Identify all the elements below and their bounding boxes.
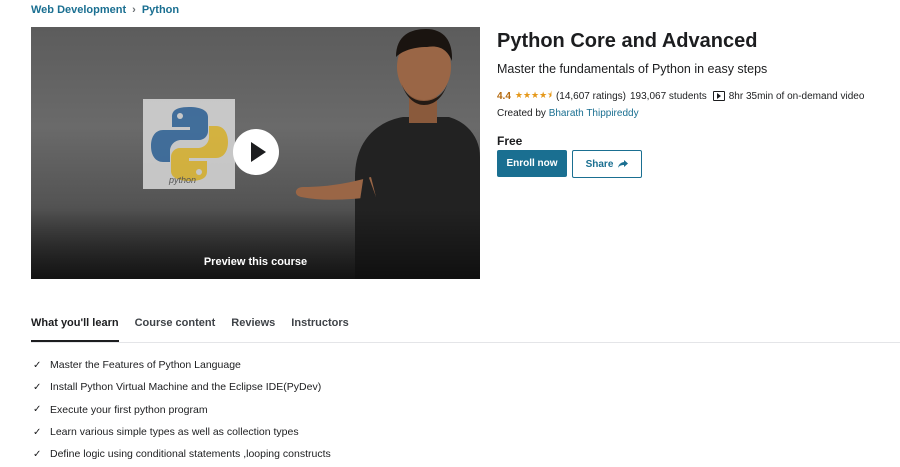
tab-course-content[interactable]: Course content [135, 308, 216, 342]
check-icon: ✓ [33, 426, 42, 438]
rating-stars-icon: ★★★★⯨ [514, 90, 552, 100]
breadcrumb: Web Development › Python [31, 4, 179, 16]
video-icon [712, 91, 725, 101]
learn-item-text: Execute your first python program [50, 403, 208, 416]
check-icon: ✓ [33, 381, 42, 393]
check-icon: ✓ [33, 448, 42, 460]
learn-item-text: Learn various simple types as well as co… [50, 426, 299, 439]
rating-value: 4.4 [497, 90, 511, 102]
play-icon [251, 142, 266, 162]
instructor-link[interactable]: Bharath Thippireddy [549, 108, 639, 119]
python-logo-text: python [169, 175, 197, 185]
learn-list: ✓ Master the Features of Python Language … [33, 354, 331, 465]
learn-item-text: Install Python Virtual Machine and the E… [50, 381, 322, 394]
learn-item-text: Master the Features of Python Language [50, 359, 241, 372]
video-duration: 8hr 35min of on-demand video [728, 90, 865, 102]
rating-count[interactable]: (14,607 ratings) [556, 91, 626, 102]
preview-gradient [31, 209, 480, 279]
list-item: ✓ Learn various simple types as well as c… [33, 421, 331, 443]
share-button[interactable]: Share [572, 150, 642, 178]
enroll-now-button[interactable]: Enroll now [497, 150, 567, 177]
breadcrumb-python[interactable]: Python [142, 4, 179, 16]
breadcrumb-separator: › [132, 4, 136, 16]
list-item: ✓ Define logic using conditional statemen… [33, 443, 331, 465]
course-price: Free [497, 134, 523, 148]
course-tabs: What you'll learn Course content Reviews… [31, 308, 900, 343]
created-by: Created by Bharath Thippireddy [497, 108, 639, 119]
share-arrow-icon [618, 160, 629, 168]
course-meta: 4.4 ★★★★⯨ (14,607 ratings) 193,067 stude… [497, 88, 864, 104]
learn-item-text: Define logic using conditional statement… [50, 448, 331, 461]
breadcrumb-web-development[interactable]: Web Development [31, 4, 126, 16]
list-item: ✓ Master the Features of Python Language [33, 354, 331, 376]
list-item: ✓ Execute your first python program [33, 399, 331, 421]
preview-label[interactable]: Preview this course [31, 256, 480, 268]
tab-reviews[interactable]: Reviews [231, 308, 275, 342]
course-subtitle: Master the fundamentals of Python in eas… [497, 62, 768, 76]
share-label: Share [585, 158, 614, 170]
list-item: ✓ Install Python Virtual Machine and the … [33, 376, 331, 398]
created-by-prefix: Created by [497, 108, 546, 119]
play-button[interactable] [233, 129, 279, 175]
tab-instructors[interactable]: Instructors [291, 308, 348, 342]
student-count: 193,067 students [630, 90, 707, 102]
check-icon: ✓ [33, 359, 42, 371]
check-icon: ✓ [33, 404, 42, 416]
tab-what-youll-learn[interactable]: What you'll learn [31, 308, 119, 342]
course-title: Python Core and Advanced [497, 30, 758, 52]
course-preview[interactable]: python Preview this course [31, 27, 480, 279]
